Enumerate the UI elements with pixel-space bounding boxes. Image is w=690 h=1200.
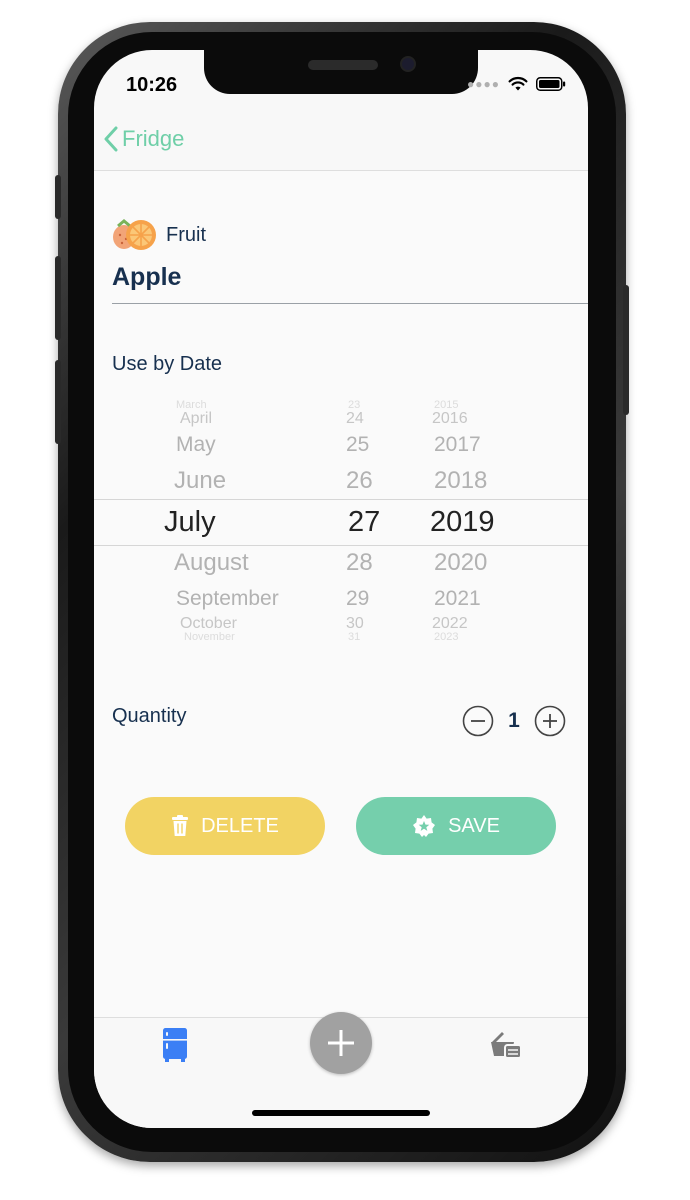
navigation-bar: Fridge — [94, 114, 588, 171]
tab-bar — [94, 1012, 588, 1128]
delete-button[interactable]: DELETE — [125, 797, 325, 855]
picker-day-option[interactable]: 31 — [348, 631, 360, 643]
item-name-underline — [112, 303, 588, 304]
picker-day-option[interactable]: 26 — [346, 467, 373, 495]
fridge-tab-icon[interactable] — [162, 1028, 188, 1062]
back-button-label: Fridge — [122, 126, 185, 151]
picker-month-option[interactable]: April — [180, 410, 212, 428]
picker-month-option[interactable]: August — [174, 549, 249, 577]
picker-selection-bottom-line — [94, 545, 588, 546]
picker-year-option[interactable]: 2023 — [434, 631, 458, 643]
volume-down-button — [55, 360, 61, 444]
quantity-stepper: 1 — [462, 705, 566, 737]
item-detail-form: Fruit Apple Use by Date March April May … — [94, 171, 588, 1017]
picker-year-option[interactable]: 2018 — [434, 467, 487, 495]
picker-year-option[interactable]: 2020 — [434, 549, 487, 577]
item-name-field[interactable]: Apple — [112, 263, 181, 292]
picker-year-option[interactable]: 2017 — [434, 433, 481, 457]
picker-month-selected[interactable]: July — [164, 506, 216, 539]
app-screen: 10:26 ●●●● Fridge Fruit Apple Use by Dat… — [94, 50, 588, 1128]
picker-day-option[interactable]: 25 — [346, 433, 369, 457]
star-badge-icon — [413, 815, 436, 837]
picker-year-option[interactable]: 2016 — [432, 410, 468, 428]
front-camera — [400, 56, 416, 72]
picker-month-option[interactable]: May — [176, 433, 216, 457]
save-button-label: SAVE — [448, 814, 500, 837]
category-row: Fruit — [110, 217, 206, 253]
status-icons: ●●●● — [467, 76, 566, 92]
wifi-icon — [508, 76, 528, 91]
quantity-label: Quantity — [112, 705, 187, 727]
battery-icon — [536, 77, 566, 91]
picker-year-selected[interactable]: 2019 — [430, 506, 495, 539]
category-label: Fruit — [166, 223, 206, 246]
picker-year-option[interactable]: 2021 — [434, 587, 481, 611]
earpiece-speaker — [308, 60, 378, 70]
chevron-left-icon — [104, 126, 118, 152]
status-time: 10:26 — [126, 74, 178, 96]
save-button[interactable]: SAVE — [356, 797, 556, 855]
picker-day-option[interactable]: 29 — [346, 587, 369, 611]
home-indicator — [252, 1110, 430, 1116]
trash-icon — [172, 815, 189, 836]
delete-button-label: DELETE — [201, 814, 279, 837]
picker-day-option[interactable]: 28 — [346, 549, 373, 577]
notch — [204, 50, 478, 94]
picker-month-option[interactable]: September — [176, 587, 279, 611]
picker-day-option[interactable]: 24 — [346, 410, 364, 428]
fruit-category-icon — [113, 219, 156, 250]
signal-icon: ●●●● — [467, 77, 500, 91]
picker-month-option[interactable]: November — [184, 631, 235, 643]
quantity-value: 1 — [508, 709, 520, 732]
use-by-date-label: Use by Date — [112, 353, 223, 375]
volume-up-button — [55, 256, 61, 340]
shopping-basket-icon[interactable] — [490, 1030, 522, 1060]
picker-day-selected[interactable]: 27 — [348, 506, 380, 539]
picker-selection-top-line — [94, 499, 588, 500]
use-by-date-picker[interactable]: March April May June July August Septemb… — [94, 399, 588, 643]
picker-month-option[interactable]: June — [174, 467, 226, 495]
minus-circle-icon[interactable] — [462, 705, 494, 737]
plus-circle-icon[interactable] — [534, 705, 566, 737]
add-item-button[interactable] — [310, 1012, 372, 1074]
plus-icon — [328, 1030, 354, 1056]
mute-switch — [55, 175, 61, 219]
back-button[interactable]: Fridge — [104, 126, 184, 152]
power-button — [623, 285, 629, 415]
